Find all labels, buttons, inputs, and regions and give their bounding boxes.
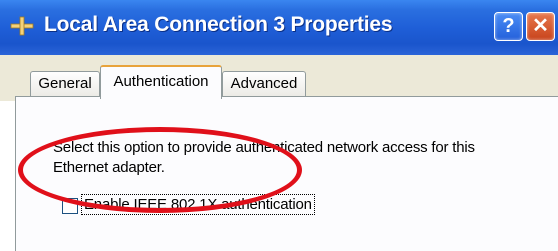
window-title: Local Area Connection 3 Properties bbox=[44, 13, 393, 36]
close-button[interactable]: ✕ bbox=[526, 12, 555, 41]
authentication-description: Select this option to provide authentica… bbox=[53, 139, 475, 176]
tab-advanced[interactable]: Advanced bbox=[222, 71, 306, 96]
network-connection-icon bbox=[10, 16, 34, 36]
enable-8021x-label[interactable]: Enable IEEE 802.1X authentication bbox=[81, 194, 315, 215]
tab-authentication[interactable]: Authentication bbox=[100, 65, 222, 99]
enable-8021x-checkbox[interactable] bbox=[62, 198, 78, 214]
title-bar[interactable]: Local Area Connection 3 Properties ? ✕ bbox=[0, 0, 558, 55]
help-button[interactable]: ? bbox=[494, 12, 523, 41]
tab-general[interactable]: General bbox=[30, 71, 100, 96]
